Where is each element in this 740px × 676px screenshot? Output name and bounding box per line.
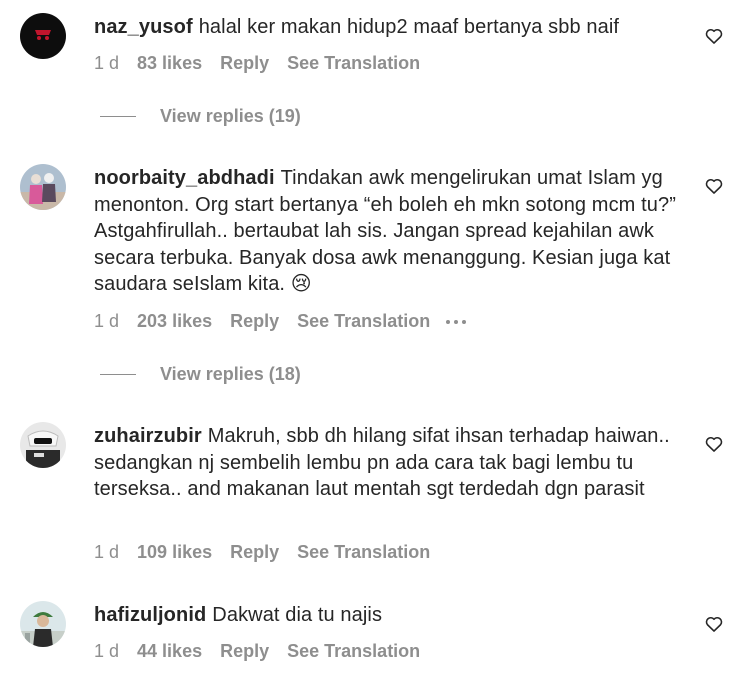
comment-meta: 1 d 44 likes Reply See Translation (94, 641, 438, 662)
avatar-zuhairzubir[interactable] (20, 422, 66, 468)
replies-divider (100, 374, 136, 375)
more-options-icon[interactable] (446, 319, 467, 324)
avatar-naz-yusof[interactable] (20, 13, 66, 59)
like-count[interactable]: 203 likes (137, 311, 212, 332)
comment-username[interactable]: zuhairzubir (94, 425, 202, 447)
heart-outline-icon[interactable] (704, 614, 724, 634)
avatar-noorbaity-abdhadi[interactable] (20, 164, 66, 210)
see-translation-button[interactable]: See Translation (287, 641, 420, 662)
comment-time: 1 d (94, 641, 120, 661)
comment-time: 1 d (94, 542, 120, 562)
comment-body: hafizuljonid Dakwat dia tu najis (94, 602, 684, 629)
see-translation-button[interactable]: See Translation (297, 542, 430, 563)
comment-text: Dakwat dia tu najis (212, 604, 383, 626)
comment-time: 1 d (94, 53, 120, 73)
comment-meta: 1 d 109 likes Reply See Translation (94, 542, 448, 563)
reply-button[interactable]: Reply (220, 641, 269, 662)
heart-outline-icon[interactable] (704, 176, 724, 196)
comment-username[interactable]: hafizuljonid (94, 604, 206, 626)
comment-meta: 1 d 203 likes Reply See Translation (94, 311, 484, 332)
view-replies-button[interactable]: View replies (18) (100, 364, 301, 385)
view-replies-label[interactable]: View replies (18) (160, 364, 301, 385)
like-count[interactable]: 83 likes (137, 53, 202, 74)
replies-divider (100, 116, 136, 117)
comment-username[interactable]: noorbaity_abdhadi (94, 167, 275, 189)
see-translation-button[interactable]: See Translation (287, 53, 420, 74)
comment-meta: 1 d 83 likes Reply See Translation (94, 53, 438, 74)
like-count[interactable]: 109 likes (137, 542, 212, 563)
comment-body: zuhairzubir Makruh, sbb dh hilang sifat i… (94, 423, 684, 503)
view-replies-button[interactable]: View replies (19) (100, 106, 301, 127)
heart-outline-icon[interactable] (704, 434, 724, 454)
comment-body: naz_yusof halal ker makan hidup2 maaf ber… (94, 14, 684, 41)
reply-button[interactable]: Reply (230, 311, 279, 332)
comment-username[interactable]: naz_yusof (94, 16, 193, 38)
like-count[interactable]: 44 likes (137, 641, 202, 662)
view-replies-label[interactable]: View replies (19) (160, 106, 301, 127)
reply-button[interactable]: Reply (220, 53, 269, 74)
comment-time: 1 d (94, 311, 120, 331)
comment-text: halal ker makan hidup2 maaf bertanya sbb… (198, 16, 620, 38)
avatar-hafizuljonid[interactable] (20, 601, 66, 647)
heart-outline-icon[interactable] (704, 26, 724, 46)
see-translation-button[interactable]: See Translation (297, 311, 430, 332)
comment-body: noorbaity_abdhadi Tindakan awk mengeliruk… (94, 165, 684, 298)
reply-button[interactable]: Reply (230, 542, 279, 563)
